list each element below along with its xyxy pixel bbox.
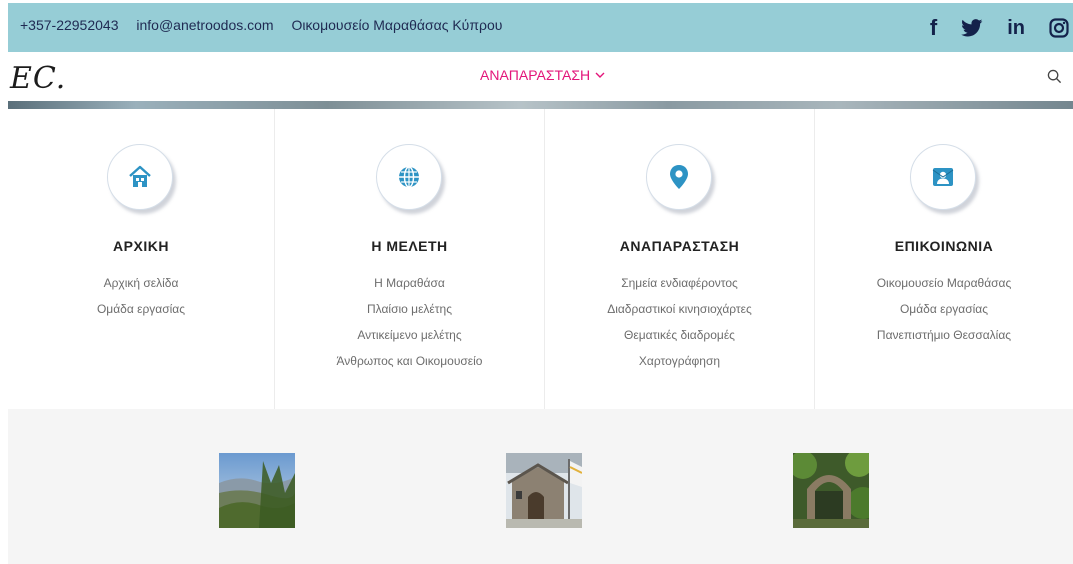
phone-number[interactable]: +357-22952043: [20, 17, 119, 33]
chapel-photo[interactable]: [506, 453, 582, 528]
linkedin-icon[interactable]: in: [1007, 17, 1025, 40]
menu-heading: ΑΝΑΠΑΡΑΣΤΑΣΗ: [619, 238, 740, 254]
menu-link[interactable]: Ομάδα εργασίας: [8, 302, 274, 328]
nav-item-anaparastasi[interactable]: ΑΝΑΠΑΡΑΣΤΑΣΗ: [480, 67, 605, 83]
twitter-icon[interactable]: [961, 19, 983, 37]
menu-heading: ΑΡΧΙΚΗ: [113, 238, 169, 254]
menu-link[interactable]: Πλαίσιο μελέτης: [275, 302, 544, 328]
home-icon: [129, 165, 151, 187]
menu-link[interactable]: Αντικείμενο μελέτης: [275, 328, 544, 354]
menu-icon-circle: [107, 144, 173, 210]
menu-column-arxiki: ΑΡΧΙΚΗ Αρχική σελίδα Ομάδα εργασίας: [8, 109, 274, 409]
menu-icon-circle: [910, 144, 976, 210]
contact-info: +357-22952043 info@anetroodos.com Οικομο…: [20, 17, 516, 33]
menu-link[interactable]: Πανεπιστήμιο Θεσσαλίας: [815, 328, 1073, 354]
menu-column-meleti: Η ΜΕΛΕΤΗ Η Μαραθάσα Πλαίσιο μελέτης Αντι…: [274, 109, 544, 409]
map-pin-icon: [669, 165, 688, 189]
menu-link[interactable]: Άνθρωπος και Οικομουσείο: [275, 354, 544, 380]
main-nav: EC. ΑΝΑΠΑΡΑΣΤΑΣΗ: [8, 52, 1073, 104]
hero-image-strip: [8, 101, 1073, 109]
menu-link[interactable]: Αρχική σελίδα: [8, 276, 274, 302]
menu-icon-circle: [645, 144, 712, 210]
top-contact-bar: +357-22952043 info@anetroodos.com Οικομο…: [8, 3, 1073, 52]
search-icon: [1047, 69, 1061, 83]
mega-menu: ΑΡΧΙΚΗ Αρχική σελίδα Ομάδα εργασίας Η ΜΕ…: [8, 109, 1073, 409]
museum-name[interactable]: Οικομουσείο Μαραθάσας Κύπρου: [291, 17, 502, 33]
chevron-down-icon: [595, 72, 605, 78]
facebook-icon[interactable]: f: [930, 15, 937, 41]
menu-link[interactable]: Διαδραστικοί κινησιοχάρτες: [545, 302, 814, 328]
menu-link[interactable]: Χαρτογράφηση: [545, 354, 814, 380]
menu-links: Αρχική σελίδα Ομάδα εργασίας: [8, 276, 274, 328]
menu-link[interactable]: Σημεία ενδιαφέροντος: [545, 276, 814, 302]
globe-icon: [398, 166, 419, 188]
menu-link[interactable]: Θεματικές διαδρομές: [545, 328, 814, 354]
menu-column-epikoinonia: ΕΠΙΚΟΙΝΩΝΙΑ Οικομουσείο Μαραθάσας Ομάδα …: [814, 109, 1073, 409]
landscape-photo[interactable]: [219, 453, 295, 528]
nav-item-label: ΑΝΑΠΑΡΑΣΤΑΣΗ: [480, 67, 591, 83]
menu-link[interactable]: Οικομουσείο Μαραθάσας: [815, 276, 1073, 302]
menu-icon-circle: [375, 144, 442, 210]
menu-heading: ΕΠΙΚΟΙΝΩΝΙΑ: [894, 238, 994, 254]
search-button[interactable]: [1041, 63, 1067, 89]
menu-links: Οικομουσείο Μαραθάσας Ομάδα εργασίας Παν…: [815, 276, 1073, 354]
contact-icon: [932, 168, 954, 186]
menu-link[interactable]: Η Μαραθάσα: [275, 276, 544, 302]
instagram-icon[interactable]: [1049, 18, 1069, 38]
page: +357-22952043 info@anetroodos.com Οικομο…: [8, 0, 1073, 564]
site-logo[interactable]: EC.: [10, 61, 66, 96]
menu-column-anaparastasi: ΑΝΑΠΑΡΑΣΤΑΣΗ Σημεία ενδιαφέροντος Διαδρα…: [544, 109, 814, 409]
menu-links: Η Μαραθάσα Πλαίσιο μελέτης Αντικείμενο μ…: [275, 276, 544, 380]
email-address[interactable]: info@anetroodos.com: [136, 17, 273, 33]
menu-heading: Η ΜΕΛΕΤΗ: [371, 238, 448, 254]
stone-arch-photo[interactable]: [793, 453, 869, 528]
menu-link[interactable]: Ομάδα εργασίας: [815, 302, 1073, 328]
menu-links: Σημεία ενδιαφέροντος Διαδραστικοί κινησι…: [545, 276, 814, 380]
social-links: f in: [906, 12, 1069, 44]
gallery-strip: [8, 409, 1073, 564]
